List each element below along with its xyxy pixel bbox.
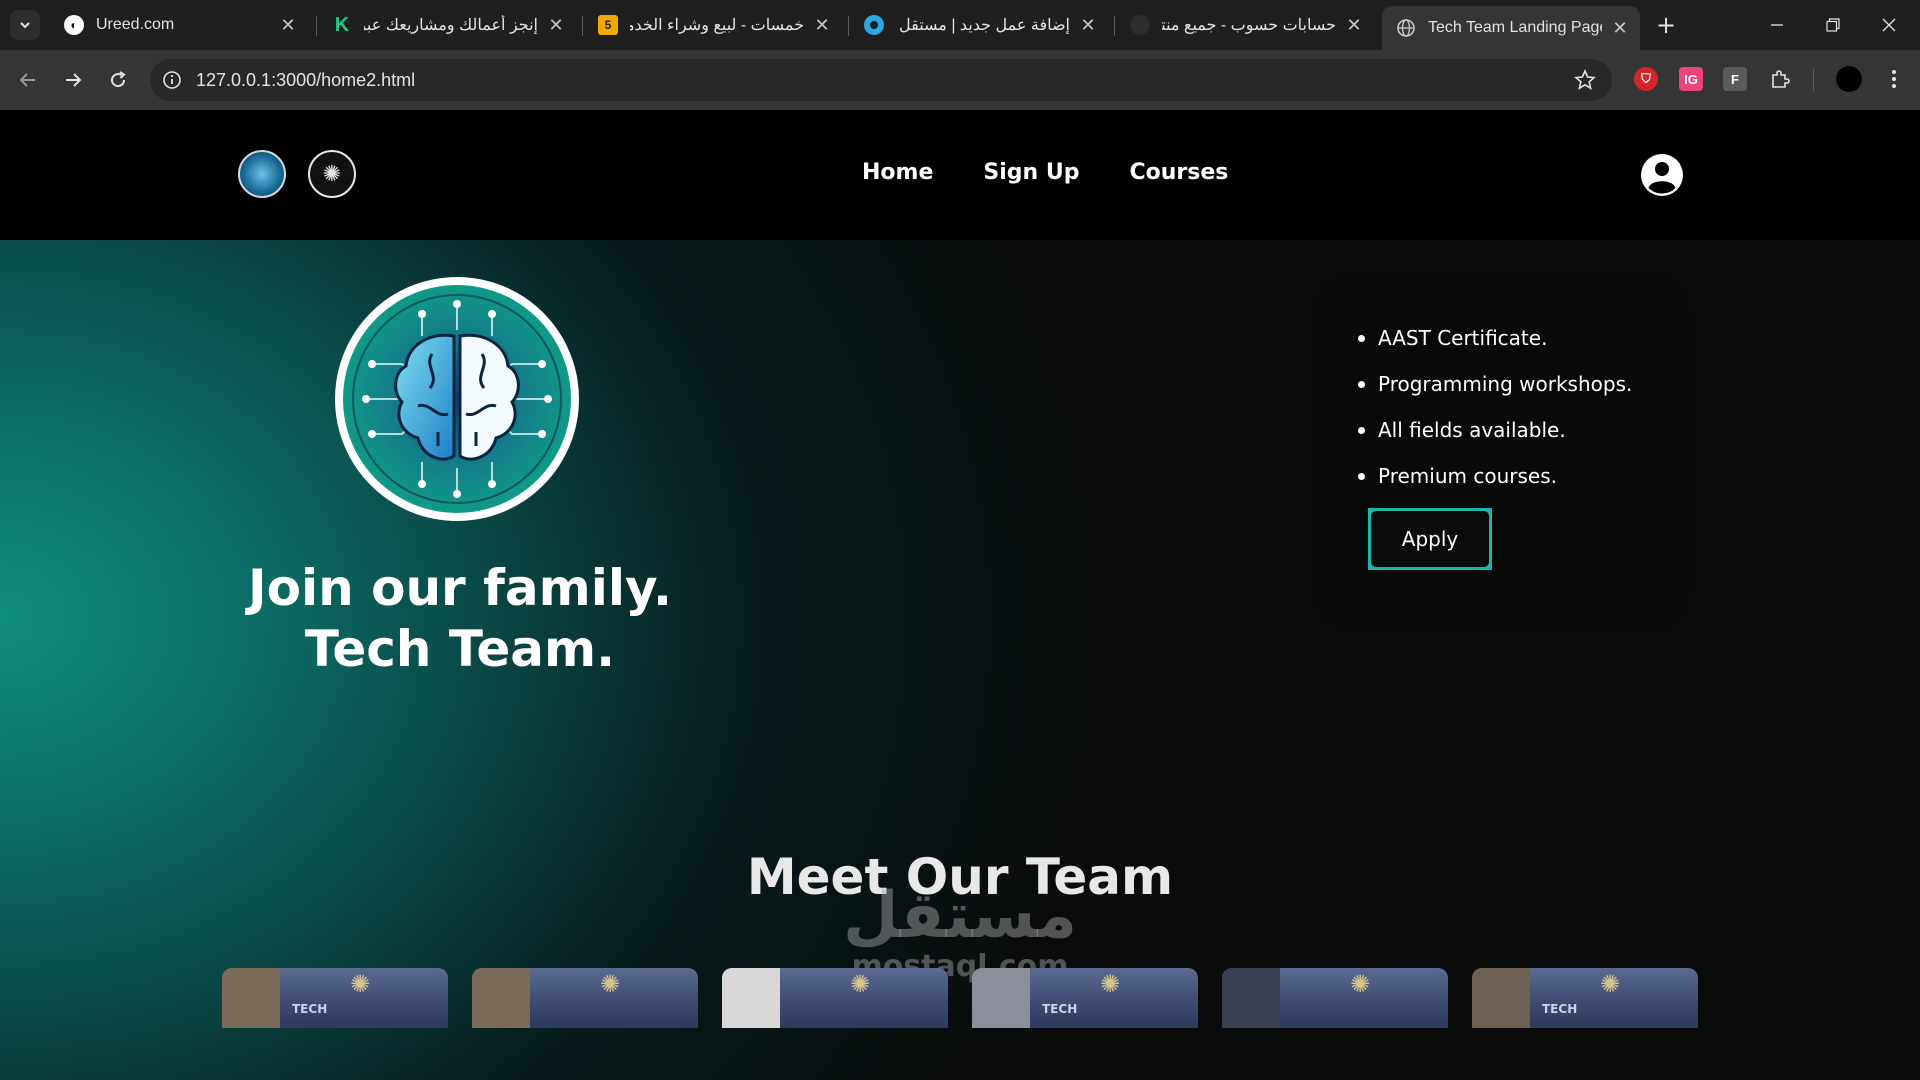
- hero-section: Join our family. Tech Team. AAST Certifi…: [0, 240, 1920, 1080]
- seal-icon: ✺: [849, 970, 871, 998]
- toolbar-separator: [1813, 68, 1814, 92]
- close-icon[interactable]: ✕: [278, 15, 298, 36]
- close-icon[interactable]: ✕: [1610, 18, 1630, 39]
- seal-icon: ✺: [1099, 970, 1121, 998]
- chevron-down-icon: [20, 22, 30, 29]
- aast-seal-logo[interactable]: ✺: [308, 150, 356, 198]
- close-icon[interactable]: ✕: [1344, 15, 1364, 36]
- arrow-right-icon: [66, 73, 82, 87]
- user-profile-icon[interactable]: [1640, 153, 1684, 197]
- feature-item: Programming workshops.: [1358, 370, 1642, 416]
- apply-button[interactable]: Apply: [1368, 508, 1492, 570]
- tech-team-logo[interactable]: [238, 150, 286, 198]
- extension-f-icon[interactable]: F: [1723, 67, 1747, 91]
- address-bar[interactable]: 127.0.0.1:3000/home2.html: [150, 59, 1612, 101]
- hero-heading: Join our family. Tech Team.: [200, 558, 720, 680]
- forward-button[interactable]: [58, 65, 88, 95]
- close-icon[interactable]: ✕: [546, 15, 566, 36]
- close-icon[interactable]: ✕: [1078, 15, 1098, 36]
- tab-search-button[interactable]: [10, 10, 40, 40]
- new-tab-button[interactable]: +: [1652, 11, 1680, 39]
- watermark-arabic: مستقل: [842, 879, 1078, 953]
- team-member-card[interactable]: ✺ TECH: [1472, 968, 1698, 1028]
- seal-icon: ✺: [599, 970, 621, 998]
- nav-signup-link[interactable]: Sign Up: [983, 160, 1079, 185]
- feature-item: Premium courses.: [1358, 462, 1642, 508]
- team-member-card[interactable]: ✺ TECH: [222, 968, 448, 1028]
- tab-separator: [1114, 16, 1115, 36]
- close-icon: [1882, 18, 1896, 32]
- seal-icon: ✺: [1349, 970, 1371, 998]
- team-member-card[interactable]: ✺: [472, 968, 698, 1028]
- features-list: AAST Certificate. Programming workshops.…: [1358, 324, 1642, 508]
- extension-ig-icon[interactable]: IG: [1679, 67, 1703, 91]
- globe-icon: [1396, 18, 1416, 38]
- back-button[interactable]: [13, 65, 43, 95]
- reload-button[interactable]: [103, 65, 133, 95]
- minimize-button[interactable]: [1754, 8, 1800, 42]
- web-page: ✺ Home Sign Up Courses Join our family. …: [0, 110, 1920, 1080]
- hero-heading-line2: Tech Team.: [304, 620, 616, 678]
- site-info-icon[interactable]: [162, 70, 182, 90]
- profile-avatar-icon[interactable]: [1836, 66, 1862, 92]
- seal-icon: ✺: [349, 970, 371, 998]
- ureed-icon: ◐: [64, 15, 84, 35]
- mostaql-watermark: مستقل mostaql.com: [840, 880, 1080, 982]
- khamsat-icon: 5: [598, 15, 618, 35]
- mostaql-icon: [864, 15, 884, 35]
- team-members-row: ✺ TECH ✺ ✺ ✺ TECH ✺ ✺ TECH: [222, 968, 1702, 1028]
- kafiil-icon: K: [334, 13, 350, 36]
- feature-item: AAST Certificate.: [1358, 324, 1642, 370]
- team-member-card[interactable]: ✺: [722, 968, 948, 1028]
- tab-separator: [848, 16, 849, 36]
- restore-button[interactable]: [1810, 8, 1856, 42]
- close-icon[interactable]: ✕: [812, 15, 832, 36]
- features-card: AAST Certificate. Programming workshops.…: [1344, 302, 1660, 602]
- url-text[interactable]: 127.0.0.1:3000/home2.html: [196, 70, 415, 91]
- tab-tech-team[interactable]: Tech Team Landing Page ✕: [1382, 6, 1640, 50]
- tab-ureed[interactable]: ◐ Ureed.com ✕: [50, 6, 308, 44]
- restore-icon: [1826, 18, 1840, 32]
- minimize-icon: [1771, 24, 1783, 26]
- extension-shield-icon[interactable]: ⛉: [1634, 67, 1658, 91]
- tab-kafiil[interactable]: K إنجز أعمالك ومشاريعك عبر الإنترنت ✕: [318, 6, 576, 44]
- seal-icon: ✺: [1599, 970, 1621, 998]
- tab-mostaql[interactable]: إضافة عمل جديد | مستقل ✕: [850, 6, 1108, 44]
- tab-separator: [582, 16, 583, 36]
- menu-kebab-icon[interactable]: [1882, 67, 1906, 91]
- team-member-card[interactable]: ✺ TECH: [972, 968, 1198, 1028]
- nav-home-link[interactable]: Home: [862, 160, 933, 185]
- arrow-left-icon: [19, 73, 35, 87]
- extensions-puzzle-icon[interactable]: [1768, 67, 1792, 91]
- browser-toolbar: 127.0.0.1:3000/home2.html ⛉ IG F: [0, 50, 1920, 110]
- bookmark-star-icon[interactable]: [1574, 69, 1596, 91]
- site-navbar: ✺ Home Sign Up Courses: [0, 110, 1920, 240]
- team-member-card[interactable]: ✺: [1222, 968, 1448, 1028]
- feature-item: All fields available.: [1358, 416, 1642, 462]
- hsoub-icon: [1130, 15, 1150, 35]
- tab-hsoub[interactable]: حسابات حسوب - جميع منتجاتك ✕: [1116, 6, 1374, 44]
- nav-courses-link[interactable]: Courses: [1129, 160, 1228, 185]
- brain-circuit-emblem: [335, 277, 579, 521]
- close-window-button[interactable]: [1866, 8, 1912, 42]
- reload-icon: [111, 71, 126, 88]
- tab-khamsat[interactable]: 5 خمسات - لبيع وشراء الخدمات المصغرة ✕: [584, 6, 842, 44]
- tab-separator: [316, 16, 317, 36]
- main-menu: Home Sign Up Courses: [862, 160, 1228, 185]
- hero-heading-line1: Join our family.: [248, 559, 672, 617]
- browser-tab-strip: ◐ Ureed.com ✕ K إنجز أعمالك ومشاريعك عبر…: [0, 0, 1920, 50]
